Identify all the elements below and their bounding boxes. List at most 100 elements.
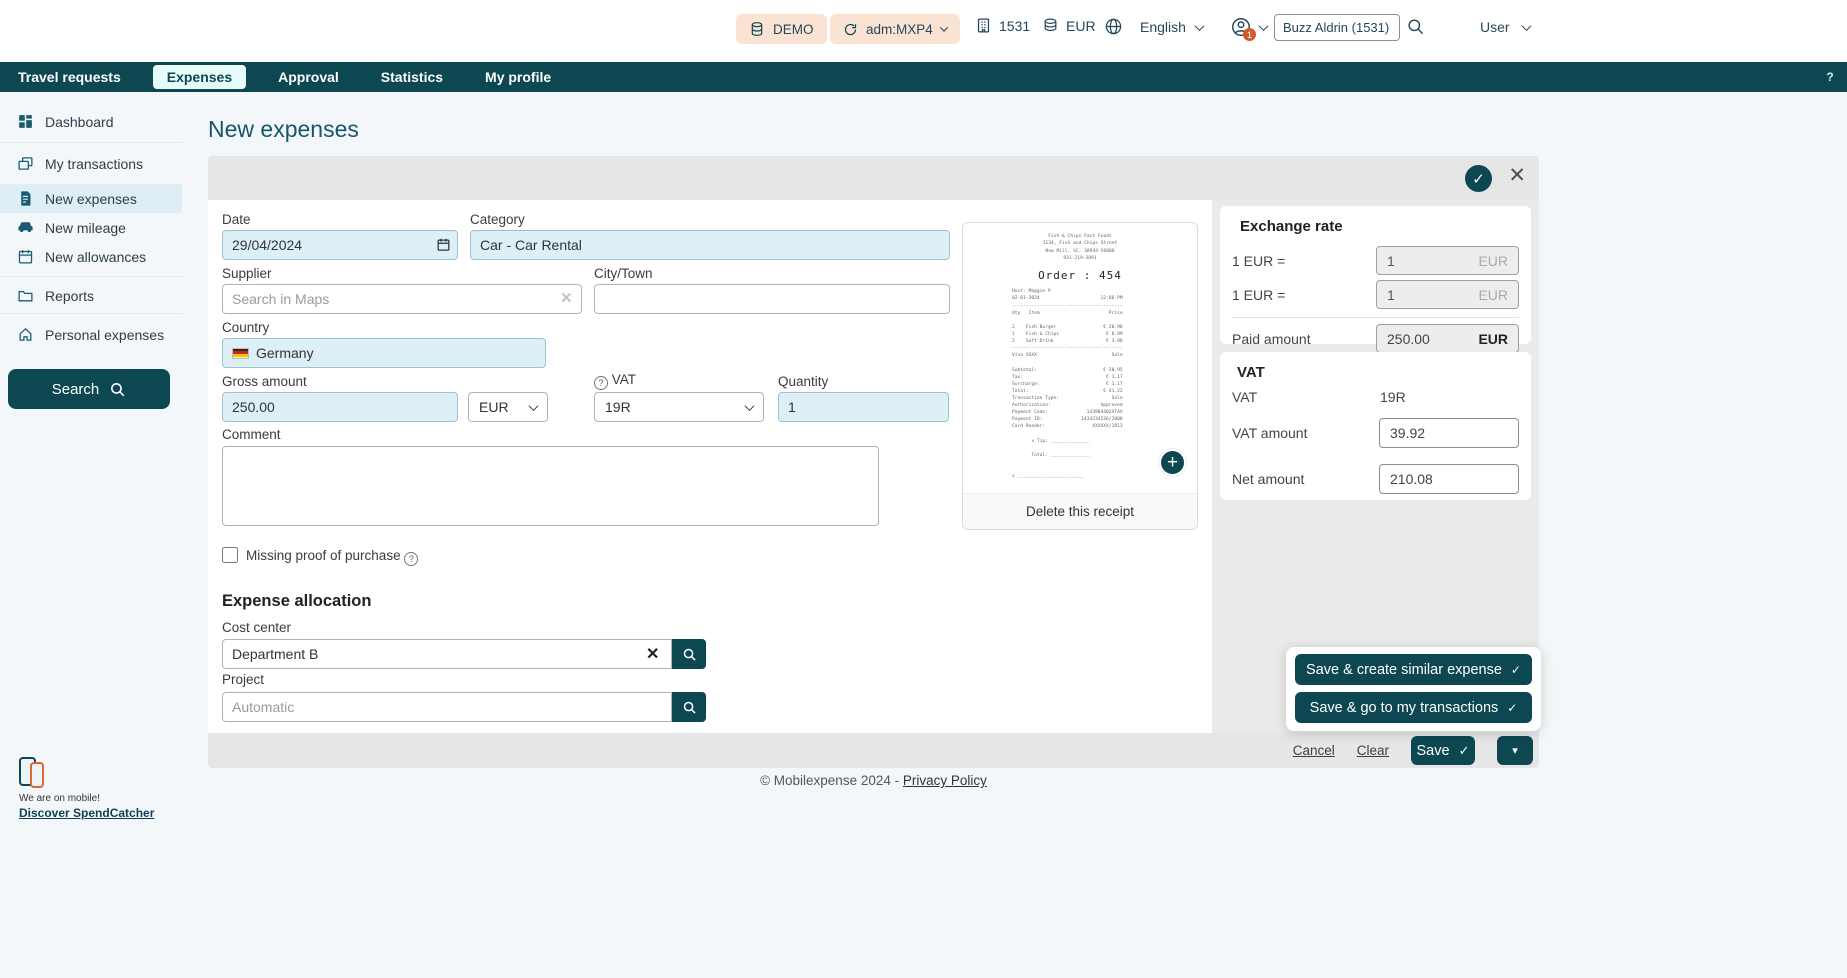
supplier-input[interactable] [222,284,582,314]
user-search-input[interactable] [1274,14,1400,41]
sidebar-item-dashboard[interactable]: Dashboard [0,107,182,136]
vat-rate-value: 19R [1380,389,1406,405]
save-go-transactions-button[interactable]: Save & go to my transactions ✓ [1295,692,1532,723]
sidebar-item-personal-expenses[interactable]: Personal expenses [0,320,182,349]
missing-proof-help-icon[interactable]: ? [404,552,418,566]
calendar-icon[interactable] [436,237,451,252]
sidebar-search-button[interactable]: Search [8,369,170,409]
receipt-store-header: Fish & Chips Fast Foods 1134, Fish and C… [1012,233,1148,262]
cost-center-search-button[interactable] [672,639,706,669]
net-amount-input[interactable] [1379,464,1519,494]
vat-amount-label: VAT amount [1232,425,1379,441]
card-divider [1232,317,1519,318]
tab-travel-requests[interactable]: Travel requests [8,65,131,89]
city-input[interactable] [594,284,950,314]
sidebar-item-reports[interactable]: Reports [0,281,182,310]
tab-approval[interactable]: Approval [268,65,349,89]
sidebar-item-label: New mileage [45,220,126,236]
sidebar-item-my-transactions[interactable]: My transactions [0,149,182,178]
chevron-down-icon [529,401,539,411]
tab-statistics[interactable]: Statistics [371,65,453,89]
sidebar-item-label: Reports [45,288,94,304]
spendcatcher-logo [19,757,59,789]
sidebar-item-new-mileage[interactable]: New mileage [0,213,182,242]
currency-code: EUR [1066,18,1096,34]
vat-help-icon[interactable]: ? [594,376,608,390]
project-label: Project [222,672,264,687]
impersonation-chevron-icon[interactable] [1259,21,1269,31]
impersonation-menu[interactable]: 1 [1230,16,1252,38]
receipt-body-text: Host: Maggie P 02-01-2024 12:06 PM -----… [1012,288,1148,516]
vat-select[interactable]: 19R [594,392,764,422]
building-icon [975,17,992,34]
city-label: City/Town [594,266,653,281]
copyright-text: © Mobilexpense 2024 - [760,773,899,788]
expense-allocation-heading: Expense allocation [222,592,371,611]
comment-textarea[interactable] [222,446,879,526]
cancel-link[interactable]: Cancel [1293,743,1335,758]
calendar-icon [17,248,34,265]
add-receipt-button[interactable]: + [1159,449,1186,476]
confirm-button[interactable]: ✓ [1465,165,1492,192]
cost-center-label: Cost center [222,620,291,635]
exchange-rate-heading: Exchange rate [1240,218,1519,235]
currency-select[interactable]: EUR [468,392,548,422]
vat-amount-input[interactable] [1379,418,1519,448]
check-icon: ✓ [1507,701,1517,715]
globe-icon[interactable] [1104,17,1123,36]
role-selector[interactable]: User [1480,19,1510,35]
search-icon [109,381,126,398]
privacy-policy-link[interactable]: Privacy Policy [903,773,987,788]
project-search-button[interactable] [672,692,706,722]
sidebar-item-new-allowances[interactable]: New allowances [0,242,182,271]
clear-cost-center-icon[interactable]: ✕ [646,644,659,664]
quantity-input[interactable] [778,392,949,422]
rate-row2-suffix: EUR [1478,287,1508,303]
entity-indicator: 1531 [975,17,1030,34]
sidebar-item-label: New allowances [45,249,146,265]
page-title: New expenses [208,116,359,143]
sidebar-item-new-expenses[interactable]: New expenses [0,184,182,213]
receipt-image[interactable]: Fish & Chips Fast Foods 1134, Fish and C… [1012,233,1148,516]
admin-switch-badge[interactable]: adm:MXP4 [830,14,960,44]
project-input[interactable] [222,692,672,722]
discover-spendcatcher-link[interactable]: Discover SpendCatcher [19,806,154,820]
role-chevron-icon[interactable] [1522,21,1532,31]
save-button[interactable]: Save ✓ [1411,736,1475,765]
category-input[interactable] [470,230,950,260]
rate-row1-label: 1 EUR = [1232,253,1285,269]
language-selector[interactable]: English [1140,19,1186,35]
header-search-icon[interactable] [1406,17,1425,36]
missing-proof-checkbox[interactable] [222,547,238,563]
language-chevron-icon[interactable] [1195,21,1205,31]
cost-center-input[interactable] [222,639,672,669]
comment-label: Comment [222,427,281,442]
help-icon[interactable]: ? [1821,68,1839,86]
save-create-similar-button[interactable]: Save & create similar expense ✓ [1295,654,1532,685]
date-input[interactable] [222,230,458,260]
gross-amount-input[interactable] [222,392,458,422]
country-input[interactable]: Germany [222,338,546,368]
close-icon[interactable]: ✕ [1508,163,1526,188]
car-icon [17,219,34,236]
rate-row1-value: 1 [1387,253,1395,269]
environment-badge[interactable]: DEMO [736,14,827,44]
gross-amount-label: Gross amount [222,374,307,389]
clear-supplier-icon[interactable]: ✕ [560,289,573,307]
exchange-rate-card: Exchange rate 1 EUR = 1 EUR 1 EUR = 1 EU… [1220,206,1531,344]
phone-icon-orange [30,762,44,788]
save-options-dropdown-button[interactable]: ▾ [1497,736,1533,765]
folder-icon [17,287,34,304]
document-icon [17,190,34,207]
date-label: Date [222,212,251,227]
paid-amount-label: Paid amount [1232,331,1311,347]
sidebar-item-label: Personal expenses [45,327,164,343]
tab-expenses[interactable]: Expenses [153,65,246,89]
tab-my-profile[interactable]: My profile [475,65,561,89]
save-transactions-label: Save & go to my transactions [1310,700,1499,716]
rate-row1-input: 1 EUR [1376,246,1519,275]
clear-link[interactable]: Clear [1357,743,1389,758]
delete-receipt-link[interactable]: Delete this receipt [963,493,1197,529]
home-icon [17,326,34,343]
missing-proof-label: Missing proof of purchase ? [246,548,418,566]
